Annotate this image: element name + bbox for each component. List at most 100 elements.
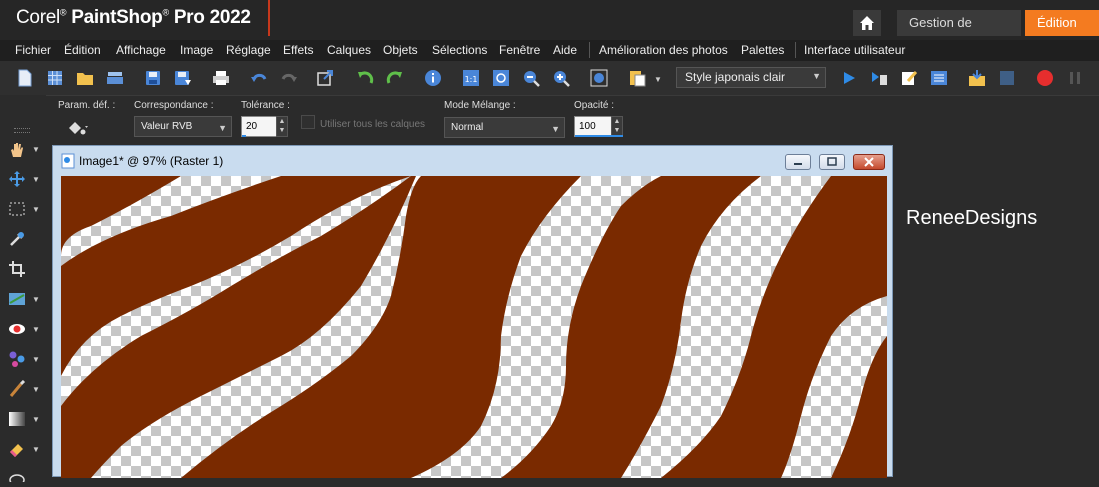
tool-options-bar: Param. déf. : Correspondance : Valeur RV… [46,95,1099,142]
paste-icon [630,71,646,87]
menu-aide[interactable]: Aide [553,43,577,57]
image-document-icon [61,153,75,169]
paste-dropdown-caret[interactable]: ▼ [654,75,662,84]
load-script-button[interactable] [966,67,988,89]
move-icon [9,171,25,187]
correspondance-select[interactable]: Valeur RVB ▼ [134,116,232,137]
minimize-button[interactable] [785,154,811,170]
record-script-button[interactable] [1034,67,1056,89]
opacity-slider-indicator[interactable] [575,135,623,137]
use-all-layers-label: Utiliser tous les calques [320,119,426,130]
redo-button[interactable] [278,67,300,89]
menu-separator [795,42,796,58]
tolerance-slider-indicator[interactable] [242,135,246,137]
workspace-style-select[interactable]: Style japonais clair ▼ [676,67,826,88]
chevron-down-icon[interactable]: ▼ [32,385,40,394]
actual-size-button[interactable]: 1:1 [460,67,482,89]
chevron-down-icon[interactable]: ▼ [32,325,40,334]
menu-effets[interactable]: Effets [283,43,313,57]
main-toolbar: 1:1 ▼ [0,61,1099,95]
close-button[interactable] [853,154,885,170]
chevron-down-icon[interactable]: ▼ [32,145,40,154]
palette-grip[interactable] [14,128,30,133]
chevron-down-icon[interactable]: ▼ [32,295,40,304]
chevron-down-icon[interactable]: ▼ [32,445,40,454]
fit-window-icon [493,70,509,86]
menu-affichage[interactable]: Affichage [116,43,166,57]
new-grid-button[interactable] [44,67,66,89]
redo-icon [281,73,297,82]
shape-icon [9,474,25,482]
dropper-tool[interactable] [6,228,28,250]
svg-text:1:1: 1:1 [465,75,478,84]
straighten-tool[interactable] [6,288,28,310]
pause-script-button[interactable] [1064,67,1086,89]
menu-amelioration-photos[interactable]: Amélioration des photos [599,43,728,57]
info-button[interactable] [422,67,444,89]
save-button[interactable] [142,67,164,89]
image-window[interactable]: Image1* @ 97% (Raster 1) [52,145,893,478]
chevron-down-icon[interactable]: ▼ [32,355,40,364]
paste-button[interactable] [626,67,648,89]
crop-tool[interactable] [6,258,28,280]
menu-calques[interactable]: Calques [327,43,371,57]
print-button[interactable] [210,67,232,89]
paint-brush-tool[interactable] [6,378,28,400]
play-script-button[interactable] [838,67,860,89]
chevron-down-icon[interactable]: ▼ [32,205,40,214]
menu-objets[interactable]: Objets [383,43,418,57]
open-folder-button[interactable] [74,67,96,89]
script-list-button[interactable] [928,67,950,89]
clone-tool[interactable] [6,348,28,370]
opacity-spinner[interactable]: ▲ ▼ [611,116,623,137]
play-icon [844,72,855,84]
blend-mode-label: Mode Mélange : [444,100,516,111]
zoom-out-button[interactable] [520,67,542,89]
tab-gestion-photos[interactable]: Gestion de photos [897,10,1021,56]
menu-interface-utilisateur[interactable]: Interface utilisateur [804,43,905,57]
blend-mode-select[interactable]: Normal ▼ [444,117,565,138]
redo-history-button[interactable] [384,67,406,89]
zoom-preview-button[interactable] [588,67,610,89]
gradient-tool[interactable] [6,408,28,430]
tab-edition[interactable]: Édition [1025,10,1099,36]
tolerance-spinner[interactable]: ▲ ▼ [276,116,288,137]
resize-button[interactable] [314,67,336,89]
use-all-layers-checkbox[interactable] [301,115,315,129]
fit-window-button[interactable] [490,67,512,89]
crop-icon [9,261,25,277]
selection-tool[interactable] [6,198,28,220]
tolerance-input[interactable]: 20 [241,116,277,137]
scan-button[interactable] [104,67,126,89]
chevron-down-icon: ▼ [812,71,821,81]
script-step-button[interactable] [868,67,890,89]
home-button[interactable] [853,10,881,36]
chevron-down-icon[interactable]: ▼ [32,175,40,184]
pan-tool[interactable] [6,139,28,161]
hand-icon [11,143,23,157]
maximize-button[interactable] [819,154,845,170]
menu-palettes[interactable]: Palettes [741,43,784,57]
opacity-input[interactable]: 100 [574,116,612,137]
menu-selections[interactable]: Sélections [432,43,487,57]
image-canvas[interactable] [61,176,887,478]
menu-edition[interactable]: Édition [64,43,101,57]
chevron-down-icon[interactable]: ▼ [32,415,40,424]
move-tool[interactable] [6,168,28,190]
save-as-button[interactable] [172,67,194,89]
new-file-button[interactable] [14,67,36,89]
eraser-tool[interactable] [6,438,28,460]
red-eye-tool[interactable] [6,318,28,340]
preset-picker[interactable] [66,118,90,141]
workspace-style-value: Style japonais clair [685,70,786,84]
shape-tool[interactable] [6,465,28,487]
undo-history-button[interactable] [354,67,376,89]
zoom-in-button[interactable] [550,67,572,89]
menu-fenetre[interactable]: Fenêtre [499,43,540,57]
undo-button[interactable] [248,67,270,89]
menu-reglage[interactable]: Réglage [226,43,271,57]
stop-script-button[interactable] [996,67,1018,89]
menu-image[interactable]: Image [180,43,213,57]
menu-fichier[interactable]: Fichier [15,43,51,57]
edit-script-button[interactable] [898,67,920,89]
